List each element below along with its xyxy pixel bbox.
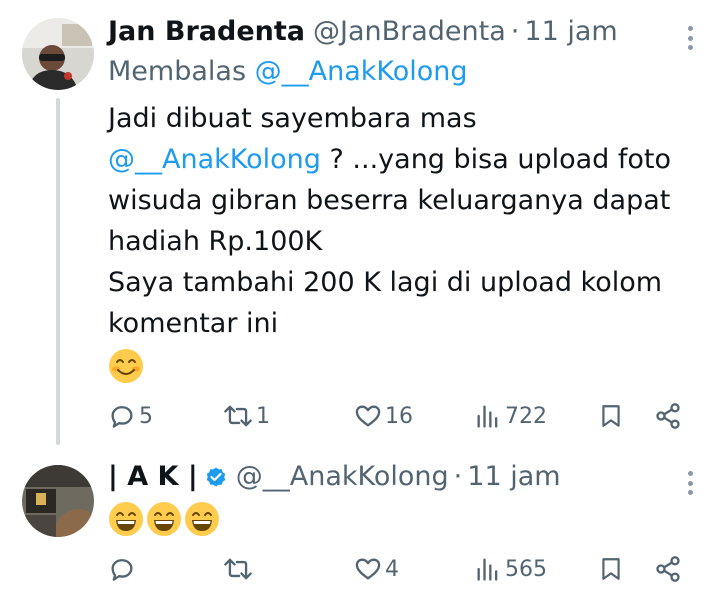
like-icon [355, 405, 381, 427]
grinning-face-emoji-icon [185, 502, 219, 536]
timestamp[interactable]: 11 jam [524, 14, 617, 50]
retweet-button[interactable] [223, 549, 256, 589]
replying-to-label: Membalas [108, 56, 247, 87]
tweet-actions: 5 1 16 722 [108, 396, 700, 436]
tweet-text-line: Saya tambahi 200 K lagi di upload kolom [108, 267, 663, 298]
reply-icon [111, 406, 133, 428]
bookmark-icon [602, 405, 620, 427]
grinning-face-emoji-icon [109, 502, 143, 536]
bookmark-button[interactable] [598, 396, 624, 436]
tweet-text-line: hadiah Rp.100K [108, 226, 323, 257]
views-button[interactable]: 565 [474, 549, 547, 589]
tweet-text: Jadi dibuat sayembara mas @__AnakKolong … [108, 98, 680, 344]
retweet-count: 1 [256, 403, 270, 429]
views-icon [477, 405, 498, 428]
views-button[interactable]: 722 [474, 396, 547, 436]
tweet-mention[interactable]: @__AnakKolong [108, 144, 321, 175]
like-button[interactable]: 16 [354, 396, 413, 436]
share-icon [656, 403, 680, 429]
avatar-jan-bradenta[interactable] [22, 18, 94, 90]
author-name[interactable]: | A K | [108, 459, 198, 495]
views-count: 565 [505, 556, 547, 582]
verified-icon [206, 467, 225, 487]
tweet-header: Jan Bradenta @JanBradenta · 11 jam [108, 14, 680, 50]
like-count: 16 [385, 403, 413, 429]
share-icon [656, 556, 680, 582]
timestamp[interactable]: 11 jam [467, 459, 560, 495]
more-icon[interactable] [688, 471, 694, 495]
views-count: 722 [505, 403, 547, 429]
reply-icon [111, 559, 133, 581]
tweet-content: | A K | @__AnakKolong · 11 jam [108, 459, 680, 541]
tweet-actions: 4 565 [108, 549, 700, 589]
tweet-jan-bradenta[interactable]: Jan Bradenta @JanBradenta · 11 jam Memba… [0, 0, 720, 445]
views-icon [477, 558, 498, 581]
tweet-text-fragment: ? ...yang bisa upload foto [320, 144, 672, 175]
separator-dot: · [510, 16, 520, 47]
like-count: 4 [385, 556, 399, 582]
emoji-line [108, 501, 680, 541]
reply-count: 5 [139, 403, 153, 429]
avatar-anak-kolong[interactable] [22, 465, 94, 537]
tweet-content: Jan Bradenta @JanBradenta · 11 jam Memba… [108, 14, 680, 388]
tweet-text-line: Jadi dibuat sayembara mas [108, 103, 477, 134]
share-button[interactable] [654, 396, 682, 436]
reply-button[interactable]: 5 [108, 396, 153, 436]
reply-button[interactable] [108, 549, 139, 589]
retweet-icon [224, 558, 252, 580]
like-icon [355, 558, 381, 580]
grinning-face-emoji-icon [147, 502, 181, 536]
tweet-header: | A K | @__AnakKolong · 11 jam [108, 459, 680, 495]
tweet-text-line: wisuda gibran beserra keluarganya dapat [108, 185, 671, 216]
separator-dot: · [453, 461, 463, 492]
tweet-text-line: @__AnakKolong ? ...yang bisa upload foto [108, 139, 680, 180]
retweet-button[interactable]: 1 [223, 396, 270, 436]
tweet-anak-kolong[interactable]: | A K | @__AnakKolong · 11 jam 4 565 [0, 445, 720, 607]
author-handle[interactable]: @JanBradenta [313, 14, 506, 50]
replying-to-mention[interactable]: @__AnakKolong [255, 56, 468, 87]
smiling-face-emoji-icon [109, 349, 143, 383]
bookmark-icon [602, 558, 620, 580]
thread-line [56, 98, 60, 445]
share-button[interactable] [654, 549, 682, 589]
author-name[interactable]: Jan Bradenta [108, 14, 305, 50]
retweet-icon [224, 405, 252, 427]
like-button[interactable]: 4 [354, 549, 399, 589]
replying-to: Membalas @__AnakKolong [108, 54, 680, 90]
tweet-text-line: komentar ini [108, 308, 279, 339]
more-icon[interactable] [688, 26, 694, 50]
emoji-line [108, 348, 680, 388]
author-handle[interactable]: @__AnakKolong [236, 459, 449, 495]
bookmark-button[interactable] [598, 549, 624, 589]
